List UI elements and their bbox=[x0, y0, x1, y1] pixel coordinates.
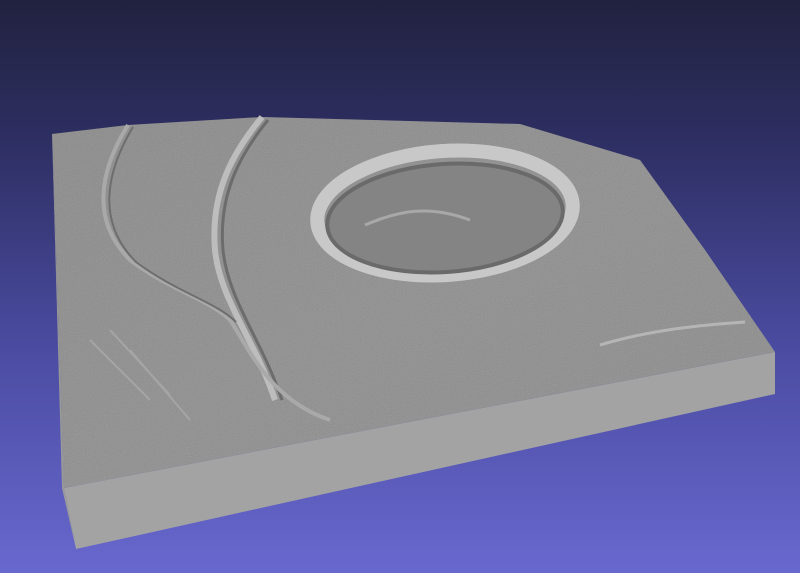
terrain-model[interactable] bbox=[0, 0, 800, 573]
3d-viewport[interactable] bbox=[0, 0, 800, 573]
